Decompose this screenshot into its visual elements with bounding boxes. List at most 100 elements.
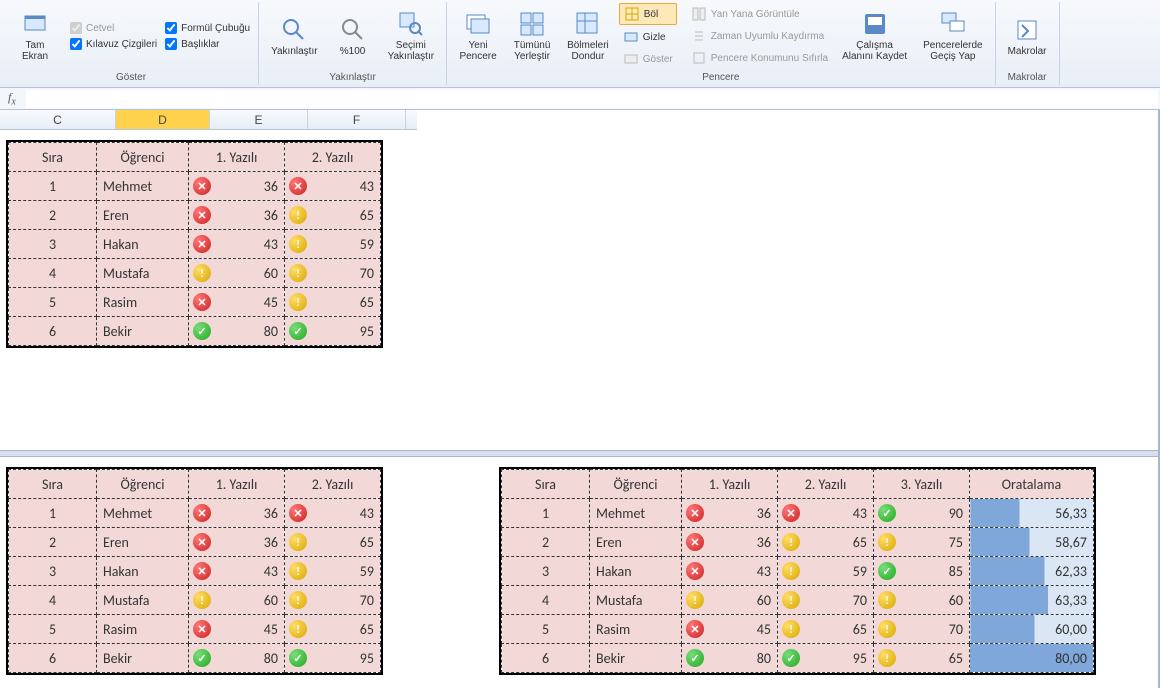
cell-sira[interactable]: 2 [502, 528, 590, 557]
cell-y1[interactable]: ✕36 [189, 528, 285, 557]
cell-name[interactable]: Mustafa [590, 586, 682, 615]
cell-name[interactable]: Mehmet [97, 172, 189, 201]
cell-sira[interactable]: 4 [9, 586, 97, 615]
cell-name[interactable]: Bekir [590, 644, 682, 673]
cell-name[interactable]: Hakan [97, 230, 189, 259]
cell-name[interactable]: Bekir [97, 317, 189, 346]
formula-bar-checkbox[interactable]: Formül Çubuğu [163, 21, 252, 35]
cell-ort[interactable]: 58,67 [970, 528, 1094, 557]
cell-sira[interactable]: 4 [9, 259, 97, 288]
cell-name[interactable]: Eren [97, 528, 189, 557]
zoom-button[interactable]: Yakınlaştır [265, 14, 324, 59]
cell-y1[interactable]: ✕36 [189, 499, 285, 528]
cell-y2[interactable]: !65 [285, 201, 381, 230]
new-window-button[interactable]: YeniPencere [453, 8, 503, 64]
cell-name[interactable]: Eren [590, 528, 682, 557]
cell-sira[interactable]: 3 [9, 230, 97, 259]
switch-windows-button[interactable]: PencerelerdeGeçiş Yap [917, 8, 988, 64]
cell-y1[interactable]: ✕45 [682, 615, 778, 644]
cell-y1[interactable]: !60 [682, 586, 778, 615]
column-header-C[interactable]: C [0, 110, 116, 129]
cell-y2[interactable]: !65 [778, 528, 874, 557]
cell-y1[interactable]: ✓80 [189, 644, 285, 673]
cell-name[interactable]: Rasim [97, 288, 189, 317]
cell-sira[interactable]: 1 [9, 499, 97, 528]
cell-y2[interactable]: !65 [778, 615, 874, 644]
gridlines-checkbox[interactable]: Kılavuz Çizgileri [68, 37, 159, 51]
cell-sira[interactable]: 5 [502, 615, 590, 644]
split-bar-horizontal[interactable] [0, 450, 1158, 457]
cell-name[interactable]: Mustafa [97, 259, 189, 288]
cell-ort[interactable]: 63,33 [970, 586, 1094, 615]
cell-y1[interactable]: !60 [189, 259, 285, 288]
macros-button[interactable]: Makrolar [1002, 14, 1053, 59]
cell-sira[interactable]: 6 [9, 644, 97, 673]
zoom-100-button[interactable]: %100 [328, 14, 378, 59]
cell-y2[interactable]: !70 [285, 586, 381, 615]
split-button[interactable]: Böl [619, 3, 677, 25]
cell-y2[interactable]: ✕43 [285, 499, 381, 528]
cell-sira[interactable]: 5 [9, 288, 97, 317]
cell-name[interactable]: Mehmet [97, 499, 189, 528]
cell-y3[interactable]: ✓85 [874, 557, 970, 586]
cell-y3[interactable]: !70 [874, 615, 970, 644]
fullscreen-button[interactable]: TamEkran [10, 8, 60, 64]
cell-y1[interactable]: ✓80 [189, 317, 285, 346]
cell-name[interactable]: Eren [97, 201, 189, 230]
cell-ort[interactable]: 60,00 [970, 615, 1094, 644]
cell-y2[interactable]: ✕43 [778, 499, 874, 528]
zoom-selection-button[interactable]: SeçimiYakınlaştır [382, 8, 441, 64]
cell-y2[interactable]: !65 [285, 528, 381, 557]
cell-y2[interactable]: !70 [778, 586, 874, 615]
cell-y2[interactable]: !65 [285, 288, 381, 317]
cell-name[interactable]: Rasim [97, 615, 189, 644]
cell-y3[interactable]: !65 [874, 644, 970, 673]
cell-name[interactable]: Hakan [97, 557, 189, 586]
cell-sira[interactable]: 2 [9, 528, 97, 557]
cell-sira[interactable]: 1 [502, 499, 590, 528]
cell-name[interactable]: Bekir [97, 644, 189, 673]
cell-y3[interactable]: !75 [874, 528, 970, 557]
cell-ort[interactable]: 62,33 [970, 557, 1094, 586]
cell-sira[interactable]: 4 [502, 586, 590, 615]
cell-sira[interactable]: 1 [9, 172, 97, 201]
cell-y1[interactable]: ✕45 [189, 615, 285, 644]
cell-name[interactable]: Rasim [590, 615, 682, 644]
fx-icon[interactable]: fx [0, 90, 24, 107]
arrange-all-button[interactable]: TümünüYerleştir [507, 8, 557, 64]
cell-y1[interactable]: ✕36 [189, 172, 285, 201]
cell-y1[interactable]: ✕43 [682, 557, 778, 586]
cell-y2[interactable]: !65 [285, 615, 381, 644]
column-header-E[interactable]: E [210, 110, 308, 129]
cell-sira[interactable]: 6 [9, 317, 97, 346]
cell-y1[interactable]: ✕36 [682, 499, 778, 528]
save-workspace-button[interactable]: ÇalışmaAlanını Kaydet [836, 8, 913, 64]
cell-sira[interactable]: 3 [502, 557, 590, 586]
cell-y2[interactable]: !59 [285, 557, 381, 586]
cell-sira[interactable]: 6 [502, 644, 590, 673]
cell-y1[interactable]: ✕43 [189, 230, 285, 259]
cell-y1[interactable]: ✕36 [189, 201, 285, 230]
column-header-B[interactable]: B [410, 110, 417, 129]
column-header-D[interactable]: D [116, 110, 210, 129]
freeze-panes-button[interactable]: BölmeleriDondur [561, 8, 615, 64]
cell-y1[interactable]: ✕43 [189, 557, 285, 586]
cell-sira[interactable]: 5 [9, 615, 97, 644]
cell-name[interactable]: Hakan [590, 557, 682, 586]
cell-y2[interactable]: !59 [285, 230, 381, 259]
cell-y3[interactable]: ✓90 [874, 499, 970, 528]
cell-y1[interactable]: !60 [189, 586, 285, 615]
cell-sira[interactable]: 3 [9, 557, 97, 586]
cell-y1[interactable]: ✕45 [189, 288, 285, 317]
cell-name[interactable]: Mustafa [97, 586, 189, 615]
ruler-checkbox[interactable]: Cetvel [68, 21, 159, 35]
cell-ort[interactable]: 56,33 [970, 499, 1094, 528]
cell-y2[interactable]: ✓95 [285, 317, 381, 346]
formula-input[interactable] [26, 90, 1158, 108]
hide-button[interactable]: Gizle [619, 27, 677, 47]
cell-y1[interactable]: ✕36 [682, 528, 778, 557]
cell-y2[interactable]: ✕43 [285, 172, 381, 201]
cell-name[interactable]: Mehmet [590, 499, 682, 528]
cell-y2[interactable]: !59 [778, 557, 874, 586]
column-header-F[interactable]: F [308, 110, 406, 129]
